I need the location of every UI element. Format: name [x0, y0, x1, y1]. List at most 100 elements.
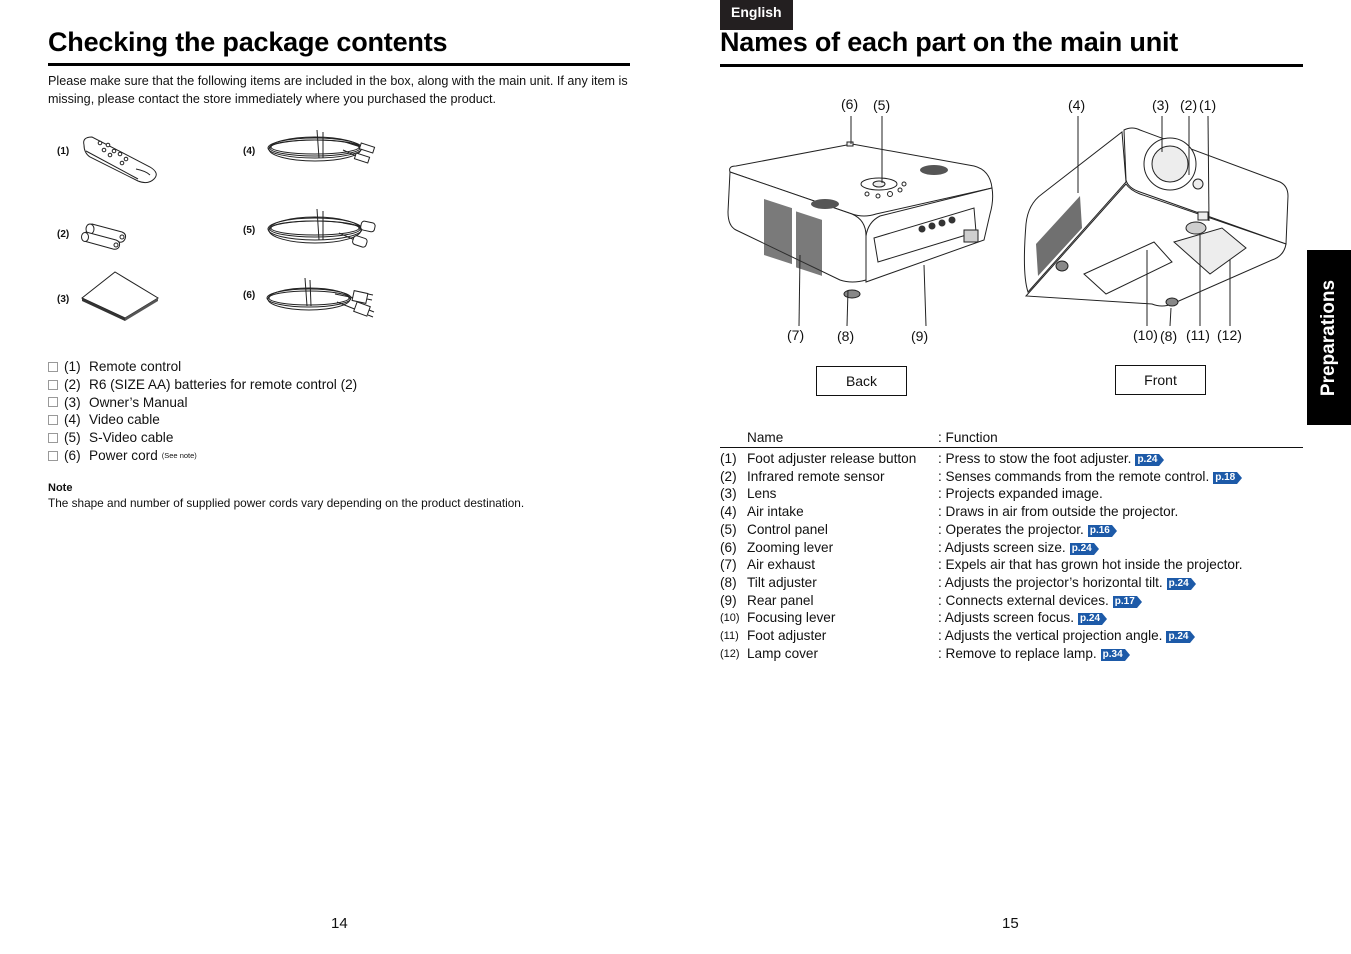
part-function-text: : Adjusts the projector’s horizontal til…: [938, 574, 1163, 590]
part-function: : Expels air that has grown hot inside t…: [938, 557, 1243, 572]
checklist-item: (4) Video cable: [48, 411, 357, 429]
remote-control-icon: [83, 136, 157, 184]
page-reference-link[interactable]: p.18: [1213, 471, 1243, 484]
item-text: Remote control: [89, 359, 182, 374]
part-function: : Adjusts screen size. p.24: [938, 539, 1099, 555]
part-number: (5): [720, 521, 737, 537]
section-tab-preparations[interactable]: Preparations: [1307, 250, 1351, 425]
checkbox[interactable]: [48, 397, 58, 408]
page-reference-link[interactable]: p.24: [1166, 631, 1196, 643]
language-badge: English: [720, 0, 793, 30]
part-function-text: : Senses commands from the remote contro…: [938, 468, 1210, 484]
note-title: Note: [48, 482, 73, 494]
back-view-label: Back: [816, 366, 907, 396]
part-function: : Adjusts screen focus. p.24: [938, 610, 1108, 626]
callout-label: (8): [1160, 328, 1178, 344]
callout-label: (3): [1152, 97, 1170, 113]
part-name: Air intake: [747, 504, 804, 520]
item-number: (5): [64, 430, 81, 446]
part-number: (6): [720, 539, 737, 555]
part-number: (4): [720, 504, 737, 520]
item-number: (2): [64, 376, 81, 392]
part-name: Rear panel: [747, 592, 814, 608]
batteries-icon: [81, 223, 127, 250]
checkbox[interactable]: [48, 379, 58, 390]
part-number: (7): [720, 557, 737, 573]
part-function-text: : Remove to replace lamp.: [938, 645, 1097, 661]
callout-label: (8): [837, 328, 855, 344]
note-text: The shape and number of supplied power c…: [48, 496, 525, 510]
checklist-item: (6) Power cord (See note): [48, 447, 357, 465]
part-function: : Remove to replace lamp. p.34: [938, 645, 1130, 661]
part-function-text: : Adjusts the vertical projection angle.: [938, 628, 1163, 643]
item-number: (1): [64, 359, 81, 374]
callout-label: (10): [1133, 327, 1158, 343]
checkbox[interactable]: [48, 415, 58, 426]
intro-paragraph: Please make sure that the following item…: [48, 74, 628, 106]
checkbox[interactable]: [48, 450, 58, 461]
page-reference-link[interactable]: p.17: [1112, 595, 1142, 608]
page-number-left: 14: [331, 915, 348, 932]
column-header-function: : Function: [938, 430, 998, 445]
part-function: : Draws in air from outside the projecto…: [938, 504, 1178, 519]
callout-label: (6): [841, 96, 859, 112]
callout-label: (11): [1186, 327, 1210, 343]
page-reference-link[interactable]: p.24: [1078, 613, 1108, 626]
callout-label: (9): [911, 328, 929, 344]
part-name: Infrared remote sensor: [747, 468, 885, 484]
part-function: : Adjusts the projector’s horizontal til…: [938, 574, 1196, 590]
power-cord-icon: [266, 277, 375, 318]
part-name: Tilt adjuster: [747, 574, 817, 590]
title-rule-left: [48, 63, 630, 66]
item-number: (6): [64, 447, 81, 463]
part-name: Foot adjuster release button: [747, 451, 917, 466]
illustration-label: (3): [57, 294, 70, 305]
part-number: (1): [720, 451, 737, 466]
item-text: R6 (SIZE AA) batteries for remote contro…: [89, 376, 358, 392]
checkbox[interactable]: [48, 433, 58, 444]
item-text: Owner’s Manual: [89, 394, 188, 410]
callout-label: (7): [787, 327, 805, 343]
part-number: (11): [720, 630, 739, 642]
page-reference-link[interactable]: p.24: [1166, 577, 1196, 590]
page-reference-link[interactable]: p.24: [1069, 542, 1099, 555]
part-function-text: : Expels air that has grown hot inside t…: [938, 557, 1243, 573]
part-name: Focusing lever: [747, 610, 836, 626]
part-function-text: : Projects expanded image.: [938, 486, 1103, 502]
checklist-item: (3) Owner’s Manual: [48, 394, 357, 412]
table-header: Name : Function: [720, 430, 1303, 448]
page-reference-link[interactable]: p.34: [1100, 648, 1130, 661]
checkbox[interactable]: [48, 361, 58, 372]
page-reference-link[interactable]: p.24: [1135, 454, 1165, 466]
part-number: (12): [720, 647, 740, 660]
illustration-label: (2): [57, 229, 70, 240]
part-name: Lamp cover: [747, 645, 819, 661]
page-title-right: Names of each part on the main unit: [720, 27, 1179, 57]
checklist-item: (1) Remote control: [48, 358, 357, 376]
callout-label: (5): [873, 97, 891, 113]
video-cable-icon: [267, 129, 376, 164]
part-number: (2): [720, 468, 737, 484]
page-reference-link[interactable]: p.16: [1087, 524, 1117, 537]
callout-label: (4): [1068, 97, 1086, 113]
checklist-item: (5) S-Video cable: [48, 429, 357, 447]
part-number: (3): [720, 486, 737, 502]
package-checklist: (1) Remote control (2) R6 (SIZE AA) batt…: [48, 358, 357, 465]
section-tab-label: Preparations: [1318, 279, 1339, 396]
illustration-label: (5): [243, 225, 256, 236]
part-name: Lens: [747, 486, 777, 502]
item-text: Video cable: [89, 412, 160, 428]
part-function-text: : Adjusts screen size.: [938, 539, 1066, 555]
part-number: (8): [720, 574, 737, 590]
part-function: : Connects external devices. p.17: [938, 592, 1142, 608]
column-header-name: Name: [747, 430, 784, 445]
part-function: : Operates the projector. p.16: [938, 522, 1117, 537]
part-function-text: : Draws in air from outside the projecto…: [938, 504, 1179, 520]
part-function-text: : Connects external devices.: [938, 592, 1109, 608]
item-number: (3): [64, 394, 81, 410]
title-rule-right: [720, 64, 1303, 67]
page-title-left: Checking the package contents: [48, 27, 448, 57]
s-video-cable-icon: [267, 208, 376, 248]
part-function-text: : Press to stow the foot adjuster.: [938, 451, 1132, 466]
part-name: Zooming lever: [747, 539, 834, 555]
